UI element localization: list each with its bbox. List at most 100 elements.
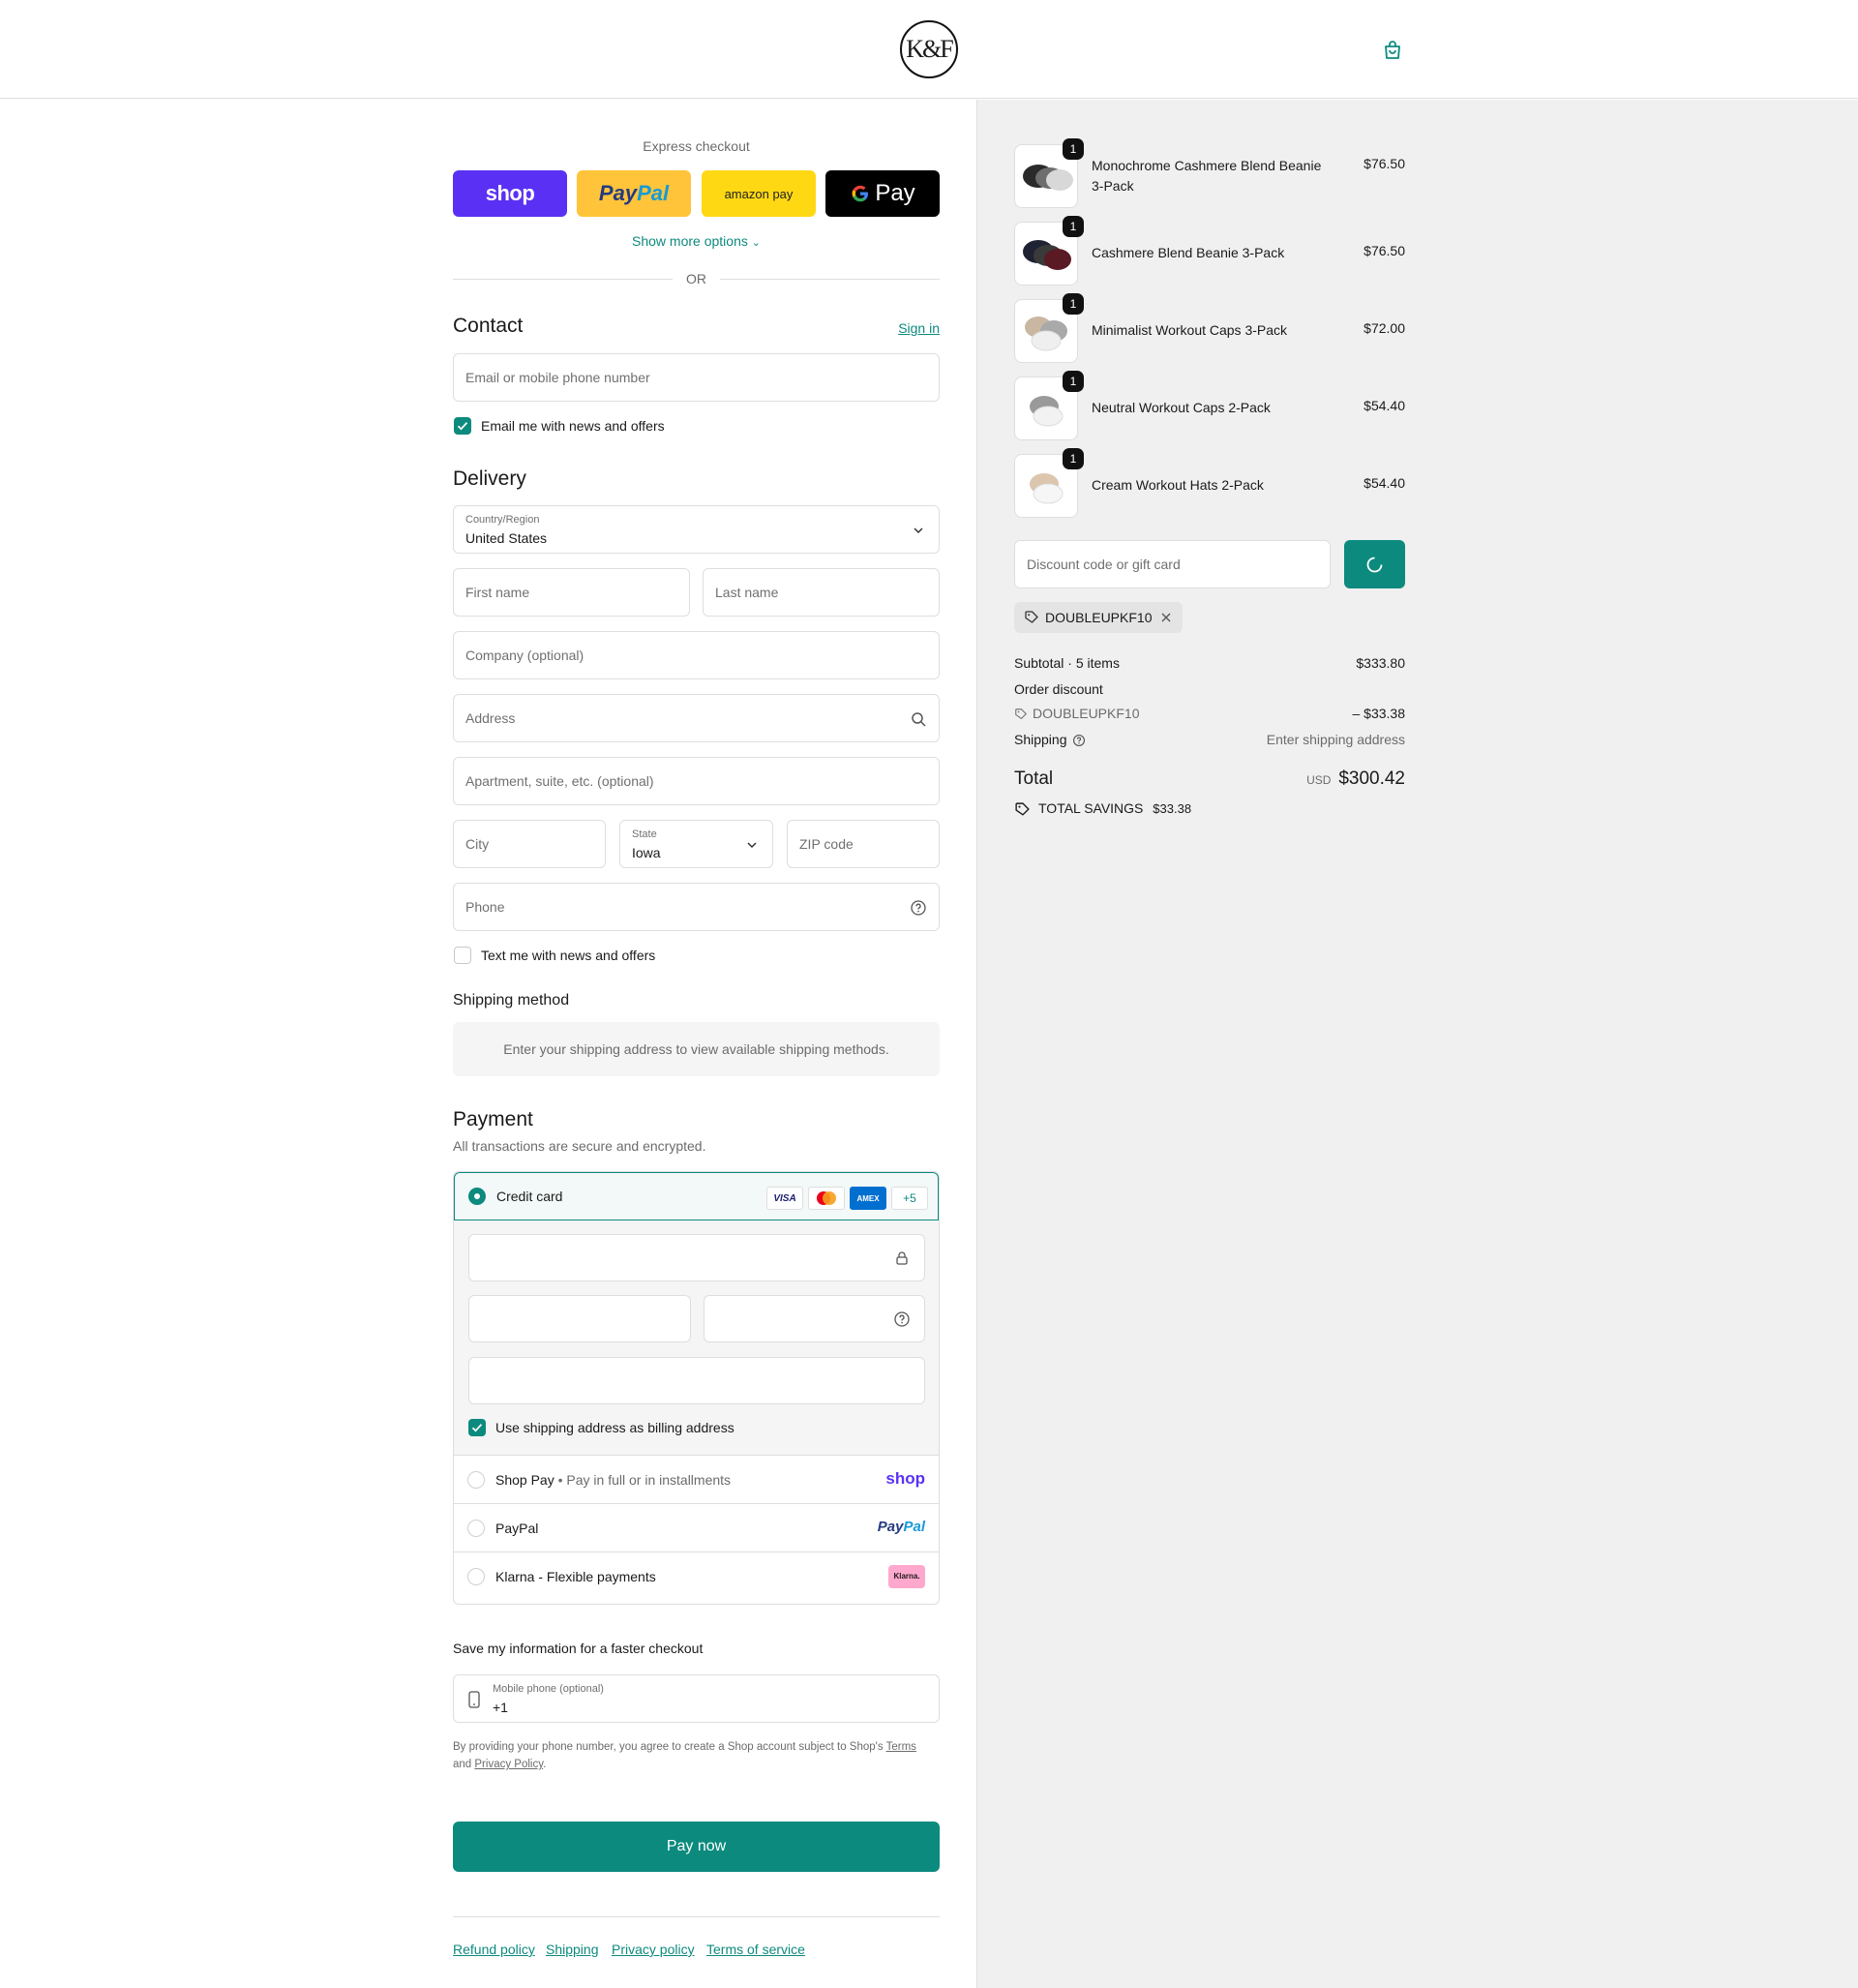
discount-row: DOUBLEUPKF10 – $33.38 (1014, 706, 1405, 721)
apartment-field[interactable]: Apartment, suite, etc. (optional) (453, 757, 940, 805)
sign-in-link[interactable]: Sign in (898, 320, 940, 336)
email-placeholder: Email or mobile phone number (465, 370, 650, 385)
help-circle-icon[interactable] (910, 899, 927, 917)
total-savings-label: TOTAL SAVINGS (1038, 800, 1144, 816)
discount-value: – $33.38 (1352, 706, 1406, 721)
pay-now-button[interactable]: Pay now (453, 1822, 940, 1872)
order-discount-label: Order discount (1014, 681, 1103, 697)
expiration-field[interactable] (468, 1295, 691, 1342)
klarna-option-label: Klarna - Flexible payments (495, 1569, 656, 1584)
search-icon (912, 712, 926, 727)
paypal-option[interactable]: PayPal PayPal (454, 1503, 939, 1551)
terms-link[interactable]: Terms (886, 1741, 916, 1753)
paypal-button[interactable]: Pay Pal (577, 170, 691, 217)
first-name-placeholder: First name (465, 585, 530, 600)
discount-code-field[interactable]: Discount code or gift card (1014, 540, 1331, 588)
paypal-logo-1: Pay (877, 1519, 904, 1535)
mobile-phone-value: +1 (493, 1700, 508, 1715)
express-checkout-title: Express checkout (643, 138, 750, 154)
mastercard-circles (817, 1191, 836, 1205)
shipping-row: Shipping Enter shipping address (1014, 732, 1405, 747)
shopping-bag-icon[interactable] (1381, 39, 1404, 62)
total-savings-row: TOTAL SAVINGS $33.38 (1014, 800, 1405, 816)
currency-label: USD (1306, 773, 1332, 787)
security-code-field[interactable] (704, 1295, 925, 1342)
phone-placeholder: Phone (465, 899, 505, 915)
card-number-field[interactable] (468, 1234, 925, 1281)
paypal-logo-2: Pal (903, 1519, 925, 1535)
help-circle-icon[interactable] (893, 1310, 911, 1328)
zip-placeholder: ZIP code (799, 836, 854, 852)
shop-pay-text: Shop Pay (495, 1472, 554, 1488)
item-name: Cashmere Blend Beanie 3-Pack (1092, 245, 1285, 260)
klarna-radio[interactable] (467, 1568, 485, 1585)
lock-icon (896, 1251, 908, 1265)
quantity-badge: 1 (1063, 371, 1084, 392)
legal-text-3: . (543, 1759, 547, 1770)
footer-divider (453, 1916, 940, 1917)
logo-text: K&F (906, 35, 953, 63)
google-pay-label: Pay (875, 180, 915, 206)
amex-icon: AMEX (850, 1187, 886, 1210)
chevron-down-icon: ⌄ (751, 237, 761, 249)
text-news-label: Text me with news and offers (481, 948, 656, 963)
billing-address-checkbox[interactable] (468, 1419, 486, 1436)
address-field[interactable]: Address (453, 694, 940, 742)
or-divider: OR (453, 269, 940, 288)
help-circle-icon[interactable] (1072, 734, 1086, 747)
shipping-value: Enter shipping address (1266, 732, 1405, 747)
shop-pay-radio[interactable] (467, 1471, 485, 1489)
shipping-policy-link[interactable]: Shipping (546, 1942, 599, 1957)
phone-field[interactable]: Phone (453, 883, 940, 931)
paypal-radio[interactable] (467, 1520, 485, 1537)
country-select[interactable]: Country/Region United States (453, 505, 940, 554)
subtotal-label: Subtotal · 5 items (1014, 655, 1120, 671)
header: K&F (0, 0, 1858, 99)
zip-field[interactable]: ZIP code (787, 820, 940, 868)
state-select[interactable]: State Iowa (619, 820, 773, 868)
item-price: $76.50 (1364, 243, 1405, 258)
show-more-options-link[interactable]: Show more options ⌄ (453, 233, 940, 249)
quantity-badge: 1 (1063, 293, 1084, 315)
email-field[interactable]: Email or mobile phone number (453, 353, 940, 402)
privacy-policy-link[interactable]: Privacy Policy (474, 1759, 543, 1770)
close-icon[interactable] (1159, 611, 1173, 624)
item-price: $54.40 (1364, 475, 1405, 491)
more-cards-text: +5 (903, 1191, 916, 1205)
apply-discount-button[interactable] (1344, 540, 1405, 588)
klarna-option[interactable]: Klarna - Flexible payments Klarna. (454, 1551, 939, 1600)
privacy-policy-footer-link[interactable]: Privacy policy (612, 1942, 695, 1957)
google-g-icon (852, 185, 869, 202)
applied-discount-tag: DOUBLEUPKF10 (1014, 602, 1183, 633)
shipping-method-heading: Shipping method (453, 992, 570, 1009)
more-cards-badge[interactable]: +5 (891, 1187, 928, 1210)
city-field[interactable]: City (453, 820, 606, 868)
email-news-checkbox[interactable] (454, 417, 471, 435)
cart-item: 1 Cream Workout Hats 2-Pack $54.40 (1014, 448, 1405, 518)
amazon-pay-button[interactable]: amazon pay (702, 170, 816, 217)
refund-policy-link[interactable]: Refund policy (453, 1942, 535, 1957)
mastercard-icon (808, 1187, 845, 1210)
item-name: Cream Workout Hats 2-Pack (1092, 477, 1264, 493)
terms-of-service-link[interactable]: Terms of service (706, 1942, 805, 1957)
mobile-phone-field[interactable]: Mobile phone (optional) +1 (453, 1674, 940, 1723)
shop-pay-logo: shop (885, 1469, 925, 1488)
state-label: State (632, 828, 657, 840)
total-row: Total USD $300.42 (1014, 768, 1405, 794)
shipping-label: Shipping (1014, 732, 1067, 747)
shop-pay-button[interactable]: shop (453, 170, 567, 217)
credit-card-option[interactable]: Credit card VISA AMEX +5 (454, 1172, 939, 1220)
brand-logo[interactable]: K&F (900, 20, 958, 78)
last-name-field[interactable]: Last name (703, 568, 940, 617)
first-name-field[interactable]: First name (453, 568, 690, 617)
shop-pay-option[interactable]: Shop Pay • Pay in full or in installment… (454, 1455, 939, 1503)
paypal-option-label: PayPal (495, 1521, 539, 1536)
credit-card-radio[interactable] (468, 1188, 486, 1205)
company-field[interactable]: Company (optional) (453, 631, 940, 679)
name-on-card-field[interactable] (468, 1357, 925, 1404)
item-name: Neutral Workout Caps 2-Pack (1092, 400, 1271, 415)
total-value: $300.42 (1338, 768, 1405, 789)
mobile-phone-label: Mobile phone (optional) (493, 1683, 604, 1695)
text-news-checkbox[interactable] (454, 947, 471, 964)
google-pay-button[interactable]: Pay (825, 170, 940, 217)
